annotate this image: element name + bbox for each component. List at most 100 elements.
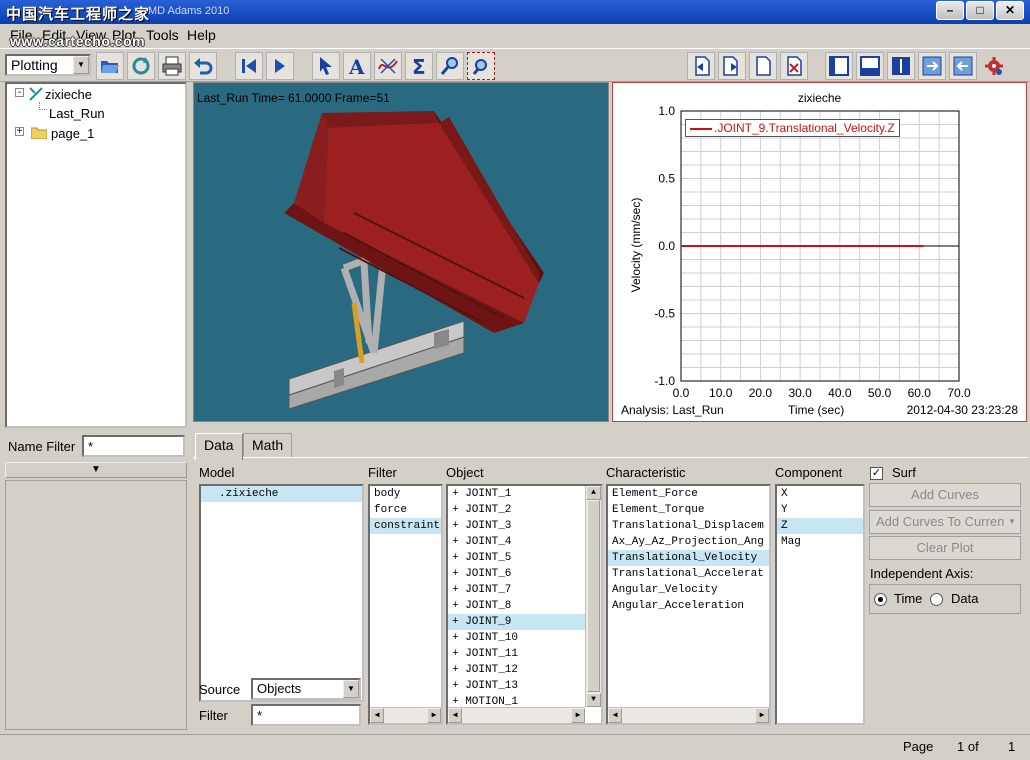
radio-time[interactable] [874, 593, 887, 606]
scroll-right-icon[interactable]: ▶ [571, 708, 585, 723]
list-item[interactable]: .zixieche [201, 486, 362, 502]
list-item[interactable]: + JOINT_1 [448, 486, 601, 502]
clear-plot-button[interactable]: Clear Plot [869, 536, 1021, 560]
filter-header: Filter [368, 465, 397, 480]
page-new-button[interactable] [749, 52, 777, 80]
list-item[interactable]: Translational_Velocity [608, 550, 769, 566]
list-item[interactable]: Angular_Acceleration [608, 598, 769, 614]
list-item[interactable]: + JOINT_3 [448, 518, 601, 534]
zoom-button[interactable] [436, 52, 464, 80]
minimize-button[interactable]: – [936, 1, 964, 20]
list-item[interactable]: + JOINT_11 [448, 646, 601, 662]
import-button[interactable] [949, 52, 977, 80]
tree-item-last-run[interactable]: Last_Run [49, 106, 105, 121]
model-header: Model [199, 465, 235, 480]
tree-expander[interactable]: - [15, 88, 24, 98]
mode-select[interactable]: Plotting ▼ [5, 54, 91, 76]
list-item[interactable]: + JOINT_2 [448, 502, 601, 518]
select-arrow-button[interactable] [312, 52, 340, 80]
list-item[interactable]: X [777, 486, 863, 502]
vertical-scrollbar[interactable]: ▲ ▼ [585, 486, 601, 707]
curve-button[interactable] [374, 52, 402, 80]
tree-item-page-1[interactable]: page_1 [51, 126, 94, 141]
layout-4-button[interactable] [887, 52, 915, 80]
scroll-right-icon[interactable]: ▶ [427, 708, 441, 723]
tree-expander[interactable]: + [15, 127, 24, 137]
model-list[interactable]: .zixieche [199, 484, 364, 702]
scroll-down-icon[interactable]: ▼ [586, 693, 601, 707]
list-item[interactable]: + JOINT_8 [448, 598, 601, 614]
scroll-up-icon[interactable]: ▲ [586, 486, 601, 500]
sigma-button[interactable]: Σ [405, 52, 433, 80]
checkmark-icon: ✓ [871, 467, 882, 479]
plot-panel[interactable]: 0.0 10.0 20.0 30.0 40.0 50.0 60.0 70.0 1.0 0.5 0.0… [612, 82, 1027, 422]
name-filter-input[interactable]: * [82, 435, 185, 457]
scroll-left-icon[interactable]: ◀ [608, 708, 622, 723]
view-switch-button[interactable] [918, 52, 946, 80]
list-item[interactable]: + JOINT_4 [448, 534, 601, 550]
filter-list[interactable]: body force constraint ◀ ▶ [368, 484, 443, 725]
list-item[interactable]: Element_Force [608, 486, 769, 502]
component-list[interactable]: X Y Z Mag [775, 484, 865, 725]
tab-data[interactable]: Data [195, 433, 243, 460]
list-item[interactable]: + JOINT_10 [448, 630, 601, 646]
text-button[interactable]: A [343, 52, 371, 80]
scroll-thumb[interactable] [587, 500, 600, 692]
splitter-toggle[interactable]: ▼ [5, 462, 187, 478]
page-delete-button[interactable] [780, 52, 808, 80]
x-tick-label: 10.0 [709, 386, 733, 400]
undo-button[interactable] [189, 52, 217, 80]
menu-tools[interactable]: Tools [146, 27, 179, 43]
horizontal-scrollbar[interactable]: ◀ ▶ [370, 707, 441, 723]
list-item[interactable]: constraint [370, 518, 441, 534]
add-curves-to-current-button[interactable]: Add Curves To Current ▼ [869, 510, 1021, 534]
list-item[interactable]: + JOINT_7 [448, 582, 601, 598]
open-folder-button[interactable] [96, 52, 124, 80]
list-item[interactable]: Z [777, 518, 863, 534]
page-next-button[interactable] [718, 52, 746, 80]
refresh-button[interactable] [127, 52, 155, 80]
list-item[interactable]: + JOINT_5 [448, 550, 601, 566]
list-item[interactable]: Angular_Velocity [608, 582, 769, 598]
tab-math[interactable]: Math [243, 433, 293, 457]
menu-help[interactable]: Help [187, 27, 216, 43]
scroll-left-icon[interactable]: ◀ [448, 708, 462, 723]
maximize-button[interactable]: □ [966, 1, 994, 20]
list-item[interactable]: body [370, 486, 441, 502]
list-item[interactable]: force [370, 502, 441, 518]
list-item[interactable]: + JOINT_12 [448, 662, 601, 678]
rewind-button[interactable] [235, 52, 263, 80]
list-item[interactable]: Y [777, 502, 863, 518]
list-item[interactable]: + JOINT_13 [448, 678, 601, 694]
list-item[interactable]: Translational_Accelerat [608, 566, 769, 582]
source-select[interactable]: Objects ▼ [251, 678, 361, 700]
scroll-right-icon[interactable]: ▶ [755, 708, 769, 723]
list-item[interactable]: + JOINT_9 [448, 614, 585, 630]
layout-2-button[interactable] [856, 52, 884, 80]
list-item[interactable]: Translational_Displacem [608, 518, 769, 534]
filter-input[interactable]: * [251, 704, 361, 726]
animation-viewport[interactable]: Last_Run Time= 61.0000 Frame=51 [193, 82, 609, 422]
list-item[interactable]: Mag [777, 534, 863, 550]
plot-analysis-label: Analysis: Last_Run [621, 403, 724, 417]
list-item[interactable]: + JOINT_6 [448, 566, 601, 582]
surf-checkbox[interactable]: ✓ [870, 467, 883, 480]
settings-button[interactable] [980, 52, 1008, 80]
radio-data[interactable] [930, 593, 943, 606]
print-button[interactable] [158, 52, 186, 80]
object-list[interactable]: + JOINT_1 + JOINT_2 + JOINT_3 + JOINT_4 … [446, 484, 603, 725]
horizontal-scrollbar[interactable]: ◀ ▶ [448, 707, 585, 723]
list-item[interactable]: Element_Torque [608, 502, 769, 518]
page-prev-button[interactable] [687, 52, 715, 80]
layout-single-button[interactable] [825, 52, 853, 80]
add-curves-button[interactable]: Add Curves [869, 483, 1021, 507]
zoom-box-button[interactable] [467, 52, 495, 80]
play-button[interactable] [266, 52, 294, 80]
list-item[interactable]: Ax_Ay_Az_Projection_Ang [608, 534, 769, 550]
horizontal-scrollbar[interactable]: ◀ ▶ [608, 707, 769, 723]
scroll-left-icon[interactable]: ◀ [370, 708, 384, 723]
characteristic-list[interactable]: Element_Force Element_Torque Translation… [606, 484, 771, 725]
close-button[interactable]: ✕ [996, 1, 1024, 20]
tree-item-zixieche[interactable]: zixieche [45, 87, 92, 102]
toolbar: Plotting ▼ A Σ [0, 48, 1030, 82]
